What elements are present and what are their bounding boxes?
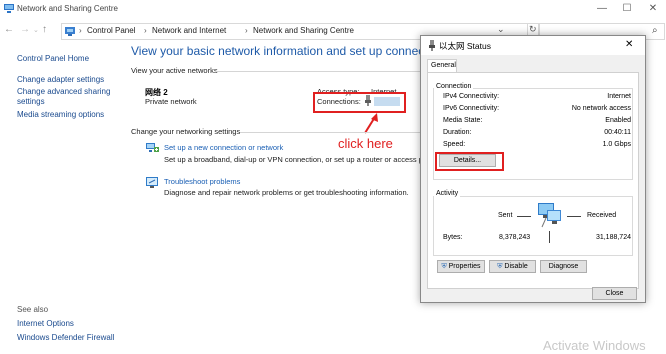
disable-button[interactable]: ⛨ Disable <box>489 260 536 273</box>
media-state-label: Media State: <box>443 117 483 124</box>
sidebar-item-adapter-settings[interactable]: Change adapter settings <box>17 75 104 84</box>
ipv4-label: IPv4 Connectivity: <box>443 93 500 100</box>
sent-line <box>517 216 531 217</box>
back-arrow-icon[interactable]: ← <box>4 24 14 35</box>
connection-name-link[interactable] <box>374 97 400 106</box>
received-label: Received <box>587 212 617 219</box>
dialog-title: 以太网 Status <box>439 41 491 51</box>
dialog-caption: 以太网 Status ✕ <box>421 36 645 55</box>
troubleshoot-desc: Diagnose and repair network problems or … <box>164 188 409 197</box>
activate-windows-watermark: Activate Windows <box>543 338 646 353</box>
properties-label: Properties <box>448 263 481 270</box>
ipv4-value: Internet <box>607 93 631 100</box>
control-panel-icon <box>65 26 75 36</box>
tab-general[interactable]: General <box>427 59 457 73</box>
breadcrumb-control-panel[interactable]: Control Panel <box>87 26 135 35</box>
bytes-label: Bytes: <box>443 234 463 241</box>
divider <box>215 71 420 72</box>
duration-label: Duration: <box>443 129 472 136</box>
window-title: Network and Sharing Centre <box>17 4 118 13</box>
troubleshoot-link[interactable]: Troubleshoot problems <box>164 177 240 186</box>
duration-value: 00:40:11 <box>604 129 631 136</box>
divider <box>240 132 420 133</box>
bytes-divider <box>549 231 550 243</box>
breadcrumb-separator: › <box>79 26 82 35</box>
ethernet-icon <box>428 40 436 51</box>
sidebar-item-control-panel-home[interactable]: Control Panel Home <box>17 54 89 63</box>
connection-group-label: Connection <box>434 83 474 90</box>
setup-connection-desc: Set up a broadband, dial-up or VPN conne… <box>164 155 438 164</box>
breadcrumb-separator: › <box>144 26 147 35</box>
sent-label: Sent <box>498 212 513 219</box>
speed-value: 1.0 Gbps <box>602 141 631 148</box>
refresh-icon[interactable]: ↻ <box>529 24 537 35</box>
close-window-button[interactable]: ✕ <box>646 2 660 15</box>
received-line <box>567 216 581 217</box>
ipv6-value: No network access <box>571 105 631 112</box>
sidebar-item-media-streaming[interactable]: Media streaming options <box>17 110 104 119</box>
close-button[interactable]: Close <box>592 287 637 300</box>
shield-icon: ⛨ <box>497 263 503 270</box>
properties-button[interactable]: ⛨ Properties <box>437 260 485 273</box>
recent-dropdown-icon[interactable]: ⌄ <box>33 26 39 34</box>
network-activity-icon <box>533 201 563 229</box>
sidebar-item-defender-firewall[interactable]: Windows Defender Firewall <box>17 333 114 342</box>
sidebar: Control Panel Home Change adapter settin… <box>0 42 126 354</box>
setup-connection-link[interactable]: Set up a new connection or network <box>164 143 283 152</box>
address-dropdown-icon[interactable]: ⌄ <box>497 24 505 35</box>
disable-label: Disable <box>504 263 528 270</box>
diagnose-button[interactable]: Diagnose <box>540 260 587 273</box>
up-arrow-icon[interactable]: ↑ <box>42 24 47 35</box>
title-bar: Network and Sharing Centre — ☐ ✕ <box>0 0 666 19</box>
see-also-heading: See also <box>17 305 49 314</box>
connections-label: Connections: <box>317 97 361 106</box>
maximize-button[interactable]: ☐ <box>620 2 634 15</box>
breadcrumb-network-internet[interactable]: Network and Internet <box>152 26 226 35</box>
ipv6-label: IPv6 Connectivity: <box>443 105 500 112</box>
sidebar-item-internet-options[interactable]: Internet Options <box>17 319 74 328</box>
minimize-button[interactable]: — <box>595 2 609 15</box>
media-state-value: Enabled <box>605 117 631 124</box>
breadcrumb-sharing-centre[interactable]: Network and Sharing Centre <box>253 26 354 35</box>
forward-arrow-icon[interactable]: → <box>20 24 30 35</box>
breadcrumb-separator: › <box>245 26 248 35</box>
speed-label: Speed: <box>443 141 466 148</box>
details-button[interactable]: Details... <box>439 154 496 167</box>
page-title: View your basic network information and … <box>131 44 450 58</box>
active-networks-heading: View your active networks <box>131 66 218 75</box>
activity-group-label: Activity <box>434 190 461 197</box>
bytes-received-value: 31,188,724 <box>595 234 631 241</box>
network-type: Private network <box>145 97 197 106</box>
network-centre-icon <box>4 4 14 13</box>
ethernet-status-dialog: 以太网 Status ✕ General Connection IPv4 Con… <box>420 35 646 303</box>
new-connection-icon <box>145 141 159 154</box>
sidebar-item-advanced-sharing[interactable]: Change advanced sharing settings <box>17 87 122 107</box>
click-here-annotation: click here <box>338 136 393 151</box>
change-settings-heading: Change your networking settings <box>131 127 241 136</box>
tab-general-label: General <box>431 62 456 69</box>
search-icon: ⌕ <box>652 25 658 36</box>
troubleshoot-icon <box>145 176 159 189</box>
ethernet-icon[interactable] <box>363 95 373 106</box>
dialog-close-icon[interactable]: ✕ <box>625 39 633 50</box>
shield-icon: ⛨ <box>441 263 447 270</box>
bytes-sent-value: 8,378,243 <box>499 234 531 241</box>
